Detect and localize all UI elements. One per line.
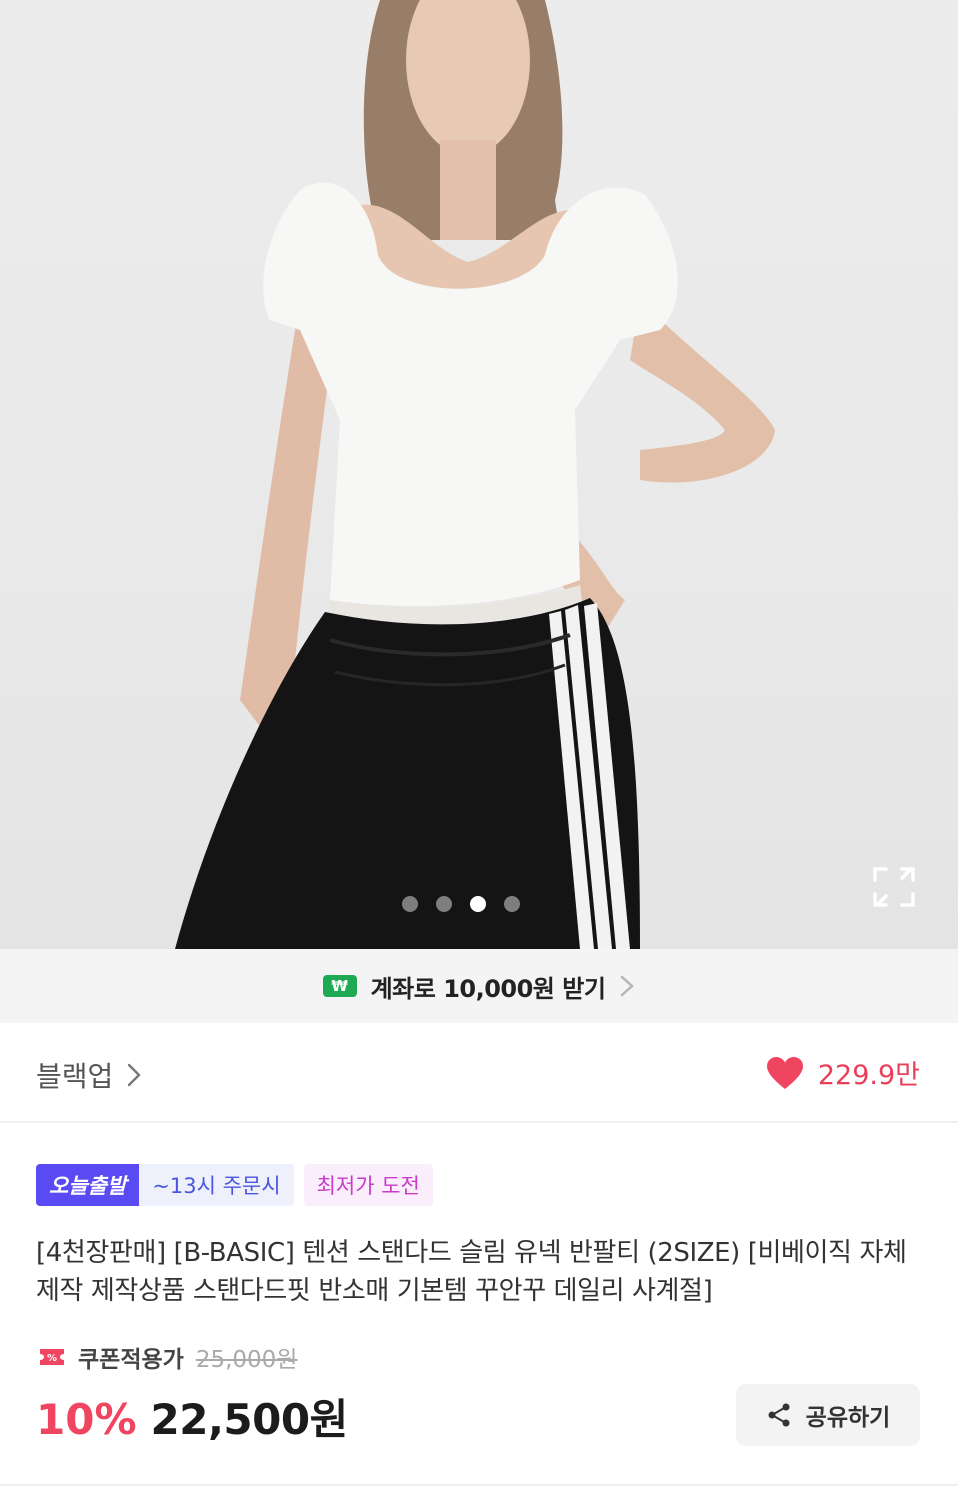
final-price-row: 10% 22,500원 (36, 1386, 348, 1447)
coupon-icon: % (40, 1349, 64, 1365)
lowest-price-badge: 최저가 도전 (303, 1164, 433, 1206)
brand-link[interactable]: 블랙업 (36, 1055, 141, 1095)
final-price: 22,500원 (150, 1395, 349, 1444)
discount-rate: 10% (36, 1395, 137, 1444)
product-title: [4천장판매] [B-BASIC] 텐션 스탠다드 슬림 유넥 반팔티 (2SI… (36, 1238, 907, 1306)
heart-icon (766, 1056, 803, 1089)
svg-text:%: % (47, 1353, 57, 1364)
carousel-dot[interactable] (436, 896, 452, 912)
share-label: 공유하기 (805, 1405, 891, 1431)
brand-row: 블랙업 229.9만 (0, 1023, 958, 1123)
share-button[interactable]: 공유하기 (736, 1384, 920, 1446)
carousel-dot-active[interactable] (470, 896, 486, 912)
share-icon (768, 1403, 790, 1427)
original-price: 25,000원 (195, 1347, 298, 1373)
chevron-right-icon (128, 1063, 141, 1087)
carousel-dot[interactable] (402, 896, 418, 912)
promo-text: 계좌로 10,000원 받기 (370, 974, 606, 1003)
carousel-indicator[interactable] (402, 896, 520, 912)
carousel-dot[interactable] (504, 896, 520, 912)
coupon-price-row: % 쿠폰적용가 25,000원 (38, 1340, 297, 1374)
brand-name: 블랙업 (36, 1060, 114, 1093)
shipping-tags: 오늘출발 ~13시 주문시 최저가 도전 (36, 1164, 433, 1206)
like-count: 229.9만 (817, 1060, 920, 1091)
account-payment-promo-banner[interactable]: ₩ 계좌로 10,000원 받기 (0, 949, 958, 1023)
chevron-right-icon (621, 975, 635, 997)
order-cutoff-badge: ~13시 주문시 (139, 1164, 294, 1206)
like-button[interactable]: 229.9만 (766, 1053, 920, 1092)
coupon-price-label: 쿠폰적용가 (78, 1347, 184, 1373)
today-shipping-badge: 오늘출발 (36, 1164, 140, 1206)
product-photo (175, 0, 775, 949)
expand-icon[interactable] (872, 866, 916, 908)
won-badge-icon: ₩ (322, 975, 357, 997)
divider (0, 1484, 958, 1486)
product-image-carousel[interactable] (0, 0, 958, 949)
